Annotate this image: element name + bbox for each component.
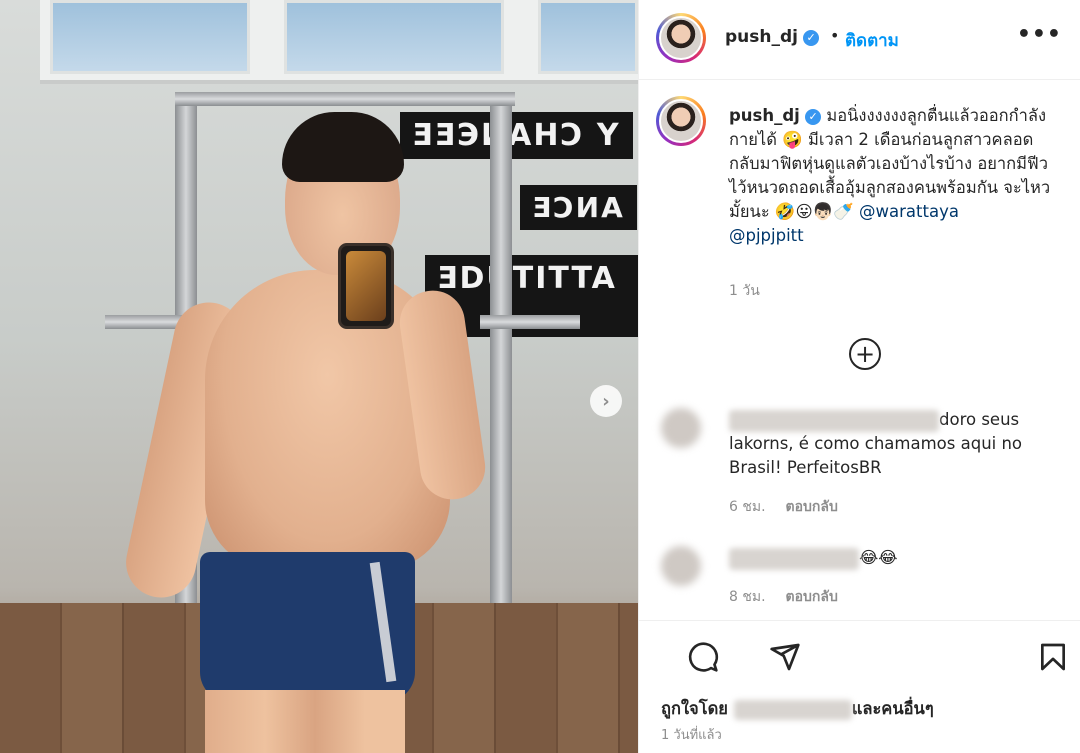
username-link[interactable]: push_dj <box>725 27 798 47</box>
follow-button[interactable]: ติดตาม <box>845 27 899 54</box>
username-link[interactable]: push_dj <box>729 106 800 125</box>
commenter-avatar[interactable] <box>661 408 701 448</box>
comment: doro seus lakorns, é como chamamos aqui … <box>661 408 1071 518</box>
load-more-comments-icon[interactable]: + <box>849 338 881 370</box>
blurred-username <box>729 547 859 570</box>
likes-prefix: ถูกใจโดย <box>661 699 728 718</box>
avatar[interactable] <box>656 96 706 146</box>
reply-button[interactable]: ตอบกลับ <box>786 499 838 515</box>
save-bookmark-icon[interactable] <box>1037 641 1069 673</box>
rack-bar <box>175 92 515 106</box>
share-icon[interactable] <box>769 641 801 673</box>
mention-link[interactable]: @warattaya <box>859 202 959 221</box>
comment-meta: 8 ชม. ตอบกลับ <box>729 586 838 608</box>
blurred-liker-name[interactable] <box>733 699 852 720</box>
caption-text: push_dj ✓ มอนิ่งงงงงงลูกตื่นแล้วออกกำลัง… <box>729 104 1064 248</box>
author-name: push_dj ✓ <box>725 27 820 47</box>
person-shorts <box>200 552 415 702</box>
barbell <box>480 315 580 329</box>
post-header: push_dj ✓ • ติดตาม ••• <box>639 0 1080 80</box>
next-photo-button[interactable]: › <box>590 385 622 417</box>
avatar-image <box>659 99 703 143</box>
comment-text: doro seus lakorns, é como chamamos aqui … <box>729 408 1069 480</box>
person-hair <box>282 112 404 182</box>
likes-suffix[interactable]: และคนอื่นๆ <box>852 699 934 718</box>
post-side-panel: push_dj ✓ • ติดตาม ••• push_dj ✓ มอนิ่งง… <box>638 0 1080 753</box>
mention-link[interactable]: @pjpjpitt <box>729 226 804 245</box>
gym-wall-sign: ƎƎЭИAHƆ Y <box>400 112 633 159</box>
gym-windows <box>40 0 638 84</box>
window-pane <box>284 0 504 74</box>
comment: 😂😂 8 ชม. ตอบกลับ <box>661 546 1071 610</box>
caption-timestamp[interactable]: 1 วัน <box>729 280 760 302</box>
separator-dot: • <box>830 26 840 45</box>
blurred-username <box>729 409 939 432</box>
reply-button[interactable]: ตอบกลับ <box>786 589 838 605</box>
post-actions-bar <box>639 620 1080 692</box>
comment-icon[interactable] <box>687 641 719 673</box>
avatar[interactable] <box>656 13 706 63</box>
post-date[interactable]: 1 วันที่แล้ว <box>661 724 722 745</box>
verified-badge-icon: ✓ <box>803 29 820 46</box>
person-legs <box>205 690 405 753</box>
avatar-image <box>659 16 703 60</box>
verified-badge-icon: ✓ <box>805 108 822 125</box>
gym-wall-sign: ƎƆИA <box>520 185 637 230</box>
commenter-avatar[interactable] <box>661 546 701 586</box>
comment-text: 😂😂 <box>729 546 1069 570</box>
comment-time[interactable]: 8 ชม. <box>729 589 766 605</box>
more-options-icon[interactable]: ••• <box>1017 22 1062 47</box>
window-pane <box>50 0 250 74</box>
comment-meta: 6 ชม. ตอบกลับ <box>729 496 838 518</box>
comment-body: 😂😂 <box>859 548 898 567</box>
window-pane <box>538 0 638 74</box>
post-photo[interactable]: ƎƎЭИAHƆ Y ƎƆИA ƎDUTITTA & › <box>0 0 638 753</box>
comment-time[interactable]: 6 ชม. <box>729 499 766 515</box>
phone <box>338 243 394 329</box>
likes-summary: ถูกใจโดย และคนอื่นๆ <box>661 696 934 722</box>
